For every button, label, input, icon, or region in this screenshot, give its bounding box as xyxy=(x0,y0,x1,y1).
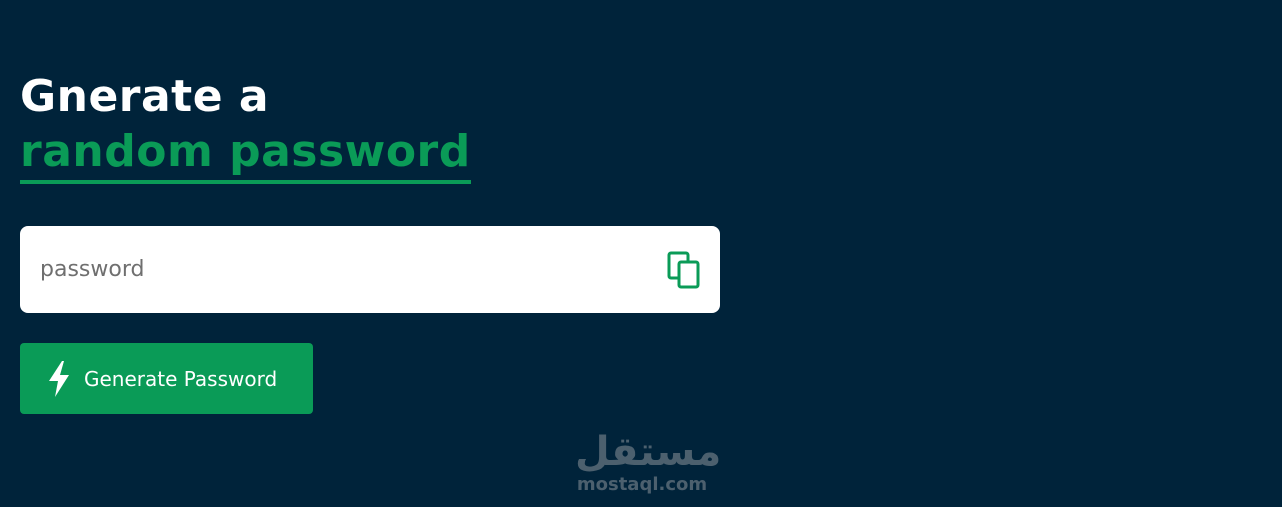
page-title: Gnerate a random password xyxy=(20,70,471,184)
watermark-arabic-text: مستقل xyxy=(575,429,722,475)
mostaql-watermark: مستقل mostaql.com xyxy=(575,429,722,496)
lightning-bolt-icon xyxy=(46,360,72,398)
generate-password-button[interactable]: Generate Password xyxy=(20,343,313,414)
generate-button-label: Generate Password xyxy=(84,366,278,391)
password-field-container xyxy=(20,226,720,313)
title-line-2-highlight: random password xyxy=(20,124,471,184)
watermark-domain-text: mostaql.com xyxy=(576,474,708,495)
copy-icon[interactable] xyxy=(666,250,704,290)
title-line-1: Gnerate a xyxy=(20,71,270,122)
password-input[interactable] xyxy=(20,226,640,313)
